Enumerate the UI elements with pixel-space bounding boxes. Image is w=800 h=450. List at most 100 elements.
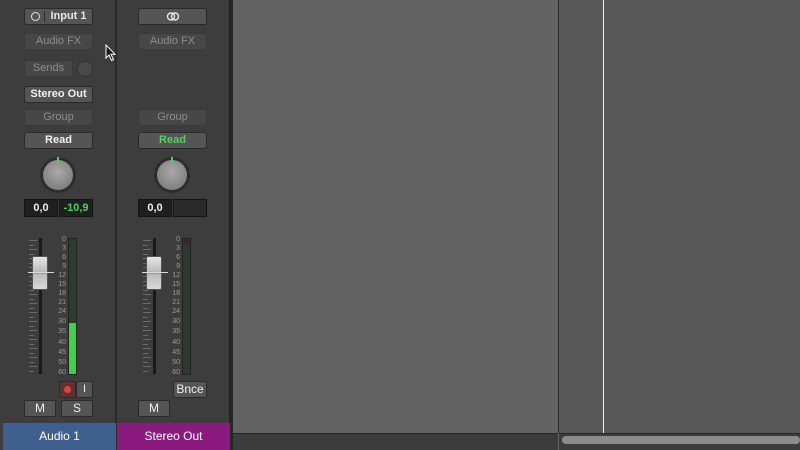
fader-scale-tick bbox=[29, 352, 34, 354]
fader-scale-tick bbox=[29, 357, 37, 358]
automation-mode[interactable]: Read bbox=[138, 132, 207, 149]
fader-scale-tick bbox=[143, 321, 151, 322]
fader-scale-tick bbox=[29, 330, 37, 331]
track-name[interactable]: Stereo Out bbox=[117, 423, 230, 450]
fader-scale-tick bbox=[29, 343, 34, 345]
db-scale-label: 15 bbox=[58, 281, 66, 288]
db-scale-label: 6 bbox=[176, 254, 180, 261]
pan-knob[interactable] bbox=[40, 157, 76, 193]
playhead[interactable] bbox=[603, 0, 604, 433]
divider bbox=[44, 11, 45, 22]
db-scale-label: 30 bbox=[172, 318, 180, 326]
db-scale-label: 60 bbox=[58, 369, 66, 377]
db-scale-label: 9 bbox=[62, 263, 66, 270]
fader-scale-tick bbox=[29, 339, 37, 340]
db-scale-label: 12 bbox=[58, 272, 66, 279]
automation-mode[interactable]: Read bbox=[24, 132, 93, 149]
db-scale-label: 35 bbox=[172, 328, 180, 336]
db-scale-label: 45 bbox=[58, 348, 66, 356]
balance-knob-cap bbox=[157, 160, 187, 190]
stereo-link-icon bbox=[166, 12, 179, 21]
output-slot[interactable]: Stereo Out bbox=[24, 86, 93, 103]
fader-scale-tick bbox=[29, 303, 37, 304]
fader-scale-tick bbox=[29, 253, 34, 255]
volume-fader-handle[interactable] bbox=[146, 256, 162, 290]
fader-scale-tick bbox=[143, 343, 148, 345]
fader-scale-tick bbox=[29, 361, 34, 363]
balance-knob[interactable] bbox=[154, 157, 190, 193]
send-knob[interactable] bbox=[77, 61, 93, 77]
bounce-button[interactable]: Bnce bbox=[173, 381, 207, 398]
fader-scale-tick bbox=[143, 339, 151, 340]
solo-button[interactable]: S bbox=[61, 400, 93, 417]
pan-knob-cap bbox=[43, 160, 73, 190]
level-meter-fill bbox=[69, 322, 76, 374]
db-scale-label: 40 bbox=[58, 338, 66, 346]
db-scale-label: 18 bbox=[172, 290, 180, 297]
pan-indicator bbox=[57, 157, 59, 163]
db-scale-label: 9 bbox=[176, 263, 180, 270]
fader-scale-tick bbox=[143, 370, 148, 372]
level-meter bbox=[182, 238, 191, 375]
peak-readout bbox=[173, 199, 207, 217]
fader-scale-tick bbox=[143, 325, 148, 327]
level-meter bbox=[68, 238, 77, 375]
record-enable-button[interactable] bbox=[59, 381, 76, 398]
group-slot[interactable]: Group bbox=[24, 109, 93, 126]
record-icon bbox=[64, 386, 71, 393]
volume-readout: 0,0 bbox=[138, 199, 172, 217]
fader-scale-tick bbox=[29, 316, 34, 318]
db-scale-label: 24 bbox=[172, 308, 180, 315]
horizontal-scrollbar-left[interactable] bbox=[233, 433, 558, 450]
fader-scale-tick bbox=[143, 366, 151, 367]
db-scale-label: 40 bbox=[172, 338, 180, 346]
db-scale-label: 21 bbox=[172, 299, 180, 306]
fader-scale-tick bbox=[29, 334, 34, 336]
fader-scale-tick bbox=[143, 244, 148, 246]
db-scale-label: 3 bbox=[62, 245, 66, 252]
db-scale-label: 18 bbox=[58, 290, 66, 297]
db-scale-label: 60 bbox=[172, 369, 180, 377]
db-scale-label: 24 bbox=[58, 308, 66, 315]
audio-fx-slot[interactable]: Audio FX bbox=[138, 33, 207, 50]
db-scale-label: 0 bbox=[176, 236, 180, 243]
fader-scale-tick bbox=[143, 298, 148, 300]
fader-scale-tick bbox=[143, 348, 151, 349]
db-scale-label: 45 bbox=[172, 348, 180, 356]
mute-button[interactable]: M bbox=[138, 400, 170, 417]
sends-slot[interactable]: Sends bbox=[24, 60, 73, 77]
fader-scale-tick bbox=[29, 312, 37, 313]
input-monitor-button[interactable]: I bbox=[76, 381, 93, 398]
fader-scale-tick bbox=[143, 361, 148, 363]
db-scale-label: 30 bbox=[58, 318, 66, 326]
track-name[interactable]: Audio 1 bbox=[3, 423, 116, 450]
db-scale-label: 6 bbox=[62, 254, 66, 261]
mute-button[interactable]: M bbox=[24, 400, 56, 417]
channel-strip-audio-1: Input 1 Audio FX Sends Stereo Out Group … bbox=[0, 0, 116, 450]
fader-scale-tick bbox=[29, 240, 37, 241]
db-scale-label: 50 bbox=[58, 359, 66, 366]
input-label: Input 1 bbox=[50, 10, 87, 22]
fader-scale-tick bbox=[143, 312, 151, 313]
scrollbar-thumb[interactable] bbox=[562, 436, 800, 444]
fader-scale-tick bbox=[29, 298, 34, 300]
fader-scale-tick bbox=[143, 249, 151, 250]
fader-scale-tick bbox=[143, 240, 151, 241]
db-scale-label: 35 bbox=[58, 328, 66, 336]
group-slot[interactable]: Group bbox=[138, 109, 207, 126]
fader-scale-tick bbox=[143, 294, 151, 295]
db-scale-label: 50 bbox=[172, 359, 180, 366]
fader-scale-tick bbox=[29, 366, 37, 367]
volume-readout: 0,0 bbox=[24, 199, 58, 217]
fader-scale-tick bbox=[29, 348, 37, 349]
audio-fx-slot[interactable]: Audio FX bbox=[24, 33, 93, 50]
volume-fader-handle[interactable] bbox=[32, 256, 48, 290]
stereo-link-button[interactable] bbox=[138, 8, 207, 25]
fader-scale-tick bbox=[143, 352, 148, 354]
fader-scale-tick bbox=[29, 249, 37, 250]
fader-scale-tick bbox=[29, 294, 37, 295]
fader-scale-tick bbox=[143, 334, 148, 336]
input-slot[interactable]: Input 1 bbox=[24, 8, 93, 25]
fader-scale-tick bbox=[29, 325, 34, 327]
tracks-area-right[interactable] bbox=[559, 0, 800, 433]
